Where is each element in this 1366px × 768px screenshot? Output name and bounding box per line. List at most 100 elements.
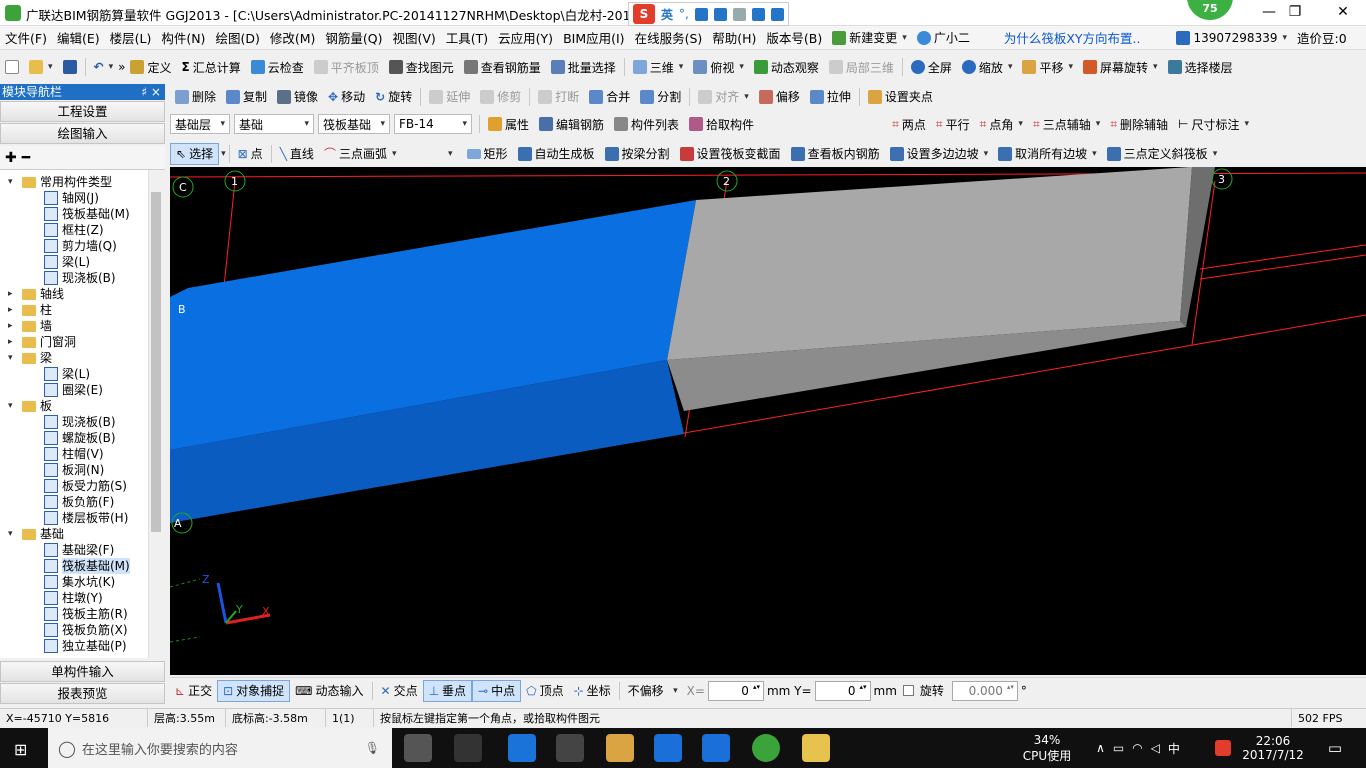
dynamic-input-toggle[interactable]: ⌨ 动态输入: [290, 680, 368, 702]
extend-button[interactable]: 延伸: [424, 86, 475, 108]
report-preview-button[interactable]: 报表预览: [0, 683, 165, 704]
view-rebar-qty-button[interactable]: 查看钢筋量: [459, 56, 546, 78]
screen-rotate-button[interactable]: 屏幕旋转 ▾: [1078, 56, 1163, 78]
tree-item[interactable]: 筏板基础(M): [44, 206, 130, 222]
merge-button[interactable]: 合并: [584, 86, 635, 108]
notification-center-icon[interactable]: ▭: [1318, 728, 1352, 768]
x-input[interactable]: 0: [707, 680, 764, 701]
arc-mode-select[interactable]: ▾: [402, 144, 458, 164]
menu-modify[interactable]: 修改(M): [265, 28, 321, 47]
pan-button[interactable]: 平移 ▾: [1017, 56, 1078, 78]
break-button[interactable]: 打断: [533, 86, 584, 108]
define-button[interactable]: 定义: [125, 56, 176, 78]
cancel-slopes-button[interactable]: 取消所有边坡 ▾: [993, 143, 1102, 165]
menu-component[interactable]: 构件(N): [156, 28, 210, 47]
tree-item[interactable]: 现浇板(B): [44, 270, 116, 286]
tree-folder[interactable]: ▸ 柱: [8, 302, 52, 318]
tree-folder[interactable]: ▾ 板: [8, 398, 52, 414]
drawing-input-button[interactable]: 绘图输入: [0, 123, 165, 144]
tree-item[interactable]: 集水坑(K): [44, 574, 115, 590]
tree-folder[interactable]: ▸ 轴线: [8, 286, 64, 302]
wrench-icon[interactable]: [770, 7, 784, 21]
menu-online[interactable]: 在线服务(S): [630, 28, 708, 47]
floor-select[interactable]: 基础层 ▾: [170, 114, 230, 134]
perpendicular-snap[interactable]: ⊥ 垂点: [422, 679, 473, 702]
mirror-button[interactable]: 镜像: [272, 86, 323, 108]
pick-component-button[interactable]: 拾取构件: [684, 113, 759, 135]
refresh-app-icon[interactable]: [752, 734, 780, 762]
dynamic-observe-button[interactable]: 动态观察: [749, 56, 824, 78]
file-explorer-icon[interactable]: [606, 734, 634, 762]
store-icon[interactable]: [556, 734, 584, 762]
edit-rebar-button[interactable]: 编辑钢筋: [534, 113, 609, 135]
microphone-icon[interactable]: 🎙: [365, 741, 380, 755]
expand-toggle-icon[interactable]: ▸: [8, 334, 18, 350]
menu-version[interactable]: 版本号(B): [761, 28, 827, 47]
tree-folder[interactable]: ▾ 梁: [8, 350, 52, 366]
trim-button[interactable]: 修剪: [475, 86, 526, 108]
tree-item[interactable]: 板洞(N): [44, 462, 104, 478]
y-input[interactable]: 0: [814, 680, 871, 701]
top-view-button[interactable]: 俯视 ▾: [688, 56, 749, 78]
upload-icon[interactable]: [751, 7, 765, 21]
variable-section-button[interactable]: 设置筏板变截面: [675, 143, 786, 165]
user-icon[interactable]: [732, 7, 746, 21]
zoom-button[interactable]: 缩放 ▾: [957, 56, 1018, 78]
tree-folder[interactable]: ▾ 常用构件类型: [8, 174, 112, 190]
cloud-check-button[interactable]: 云检查: [246, 56, 309, 78]
delete-axis-button[interactable]: ⌗ 删除辅轴: [1105, 113, 1173, 135]
fullscreen-button[interactable]: 全屏: [906, 56, 957, 78]
clock[interactable]: 22:06 2017/7/12: [1240, 728, 1306, 768]
ime-lang[interactable]: 英: [661, 6, 673, 23]
summary-calc-button[interactable]: Σ 汇总计算: [176, 56, 245, 78]
midpoint-snap[interactable]: ⊸ 中点: [472, 679, 522, 702]
split-by-beam-button[interactable]: 按梁分割: [600, 143, 675, 165]
offset-mode-select[interactable]: 不偏移 ▾: [623, 681, 683, 701]
tree-item[interactable]: 柱帽(V): [44, 446, 104, 462]
rectangle-tool-button[interactable]: 矩形: [462, 143, 513, 165]
auto-generate-slab-button[interactable]: 自动生成板: [513, 143, 600, 165]
glodon-cloud-icon[interactable]: [702, 734, 730, 762]
tree-item[interactable]: 筏板负筋(X): [44, 622, 128, 638]
menu-floor[interactable]: 楼层(L): [105, 28, 157, 47]
select-floor-button[interactable]: 选择楼层: [1163, 56, 1238, 78]
ime-toolbar[interactable]: S 英 °,: [628, 2, 789, 26]
tree-item[interactable]: 梁(L): [44, 366, 90, 382]
tree-item[interactable]: 板负筋(F): [44, 494, 114, 510]
properties-button[interactable]: 属性: [483, 113, 534, 135]
tree-item[interactable]: 梁(L): [44, 254, 90, 270]
arc-tool-button[interactable]: ⌒ 三点画弧 ▾: [319, 143, 402, 165]
align-button[interactable]: 对齐 ▾: [693, 86, 754, 108]
sogou-tray-icon[interactable]: [1210, 728, 1236, 768]
tree-item[interactable]: 螺旋板(B): [44, 430, 116, 446]
tree-folder[interactable]: ▸ 门窗洞: [8, 334, 76, 350]
view-slab-rebar-button[interactable]: 查看板内钢筋: [786, 143, 885, 165]
coordinate-snap[interactable]: ⊹ 坐标: [569, 680, 616, 702]
tree-item[interactable]: 框柱(Z): [44, 222, 104, 238]
tree-item[interactable]: 现浇板(B): [44, 414, 116, 430]
menu-bim[interactable]: BIM应用(I): [558, 28, 630, 47]
notification-badge[interactable]: 75: [1187, 0, 1233, 20]
rotate-button[interactable]: ↻ 旋转: [370, 86, 417, 108]
select-tool-button[interactable]: ⇖ 选择: [170, 142, 220, 165]
component-list-button[interactable]: 构件列表: [609, 113, 684, 135]
menu-help[interactable]: 帮助(H): [707, 28, 761, 47]
edge-icon[interactable]: [508, 734, 536, 762]
batch-select-button[interactable]: 批量选择: [546, 56, 621, 78]
wifi-icon[interactable]: ◠: [1132, 741, 1142, 755]
expand-toggle-icon[interactable]: ▸: [8, 302, 18, 318]
account-button[interactable]: 13907298339 ▾: [1171, 27, 1292, 49]
point-tool-button[interactable]: ⊠ 点: [233, 143, 268, 165]
canvas-svg[interactable]: C 1 2 3 B A Z Y X: [170, 167, 1366, 675]
expand-toggle-icon[interactable]: ▸: [8, 286, 18, 302]
tree-item[interactable]: 独立基础(P): [44, 638, 127, 654]
collapse-toggle-icon[interactable]: ▾: [8, 398, 18, 414]
toolbar-overflow-icon[interactable]: »: [118, 56, 125, 78]
tree-folder[interactable]: ▸ 墙: [8, 318, 52, 334]
intersection-snap[interactable]: ✕ 交点: [376, 680, 423, 702]
tree-item[interactable]: 基础梁(F): [44, 542, 114, 558]
tray-chevron-icon[interactable]: ∧: [1096, 741, 1105, 755]
tree-item[interactable]: 剪力墙(Q): [44, 238, 117, 254]
offset-button[interactable]: 偏移: [754, 86, 805, 108]
vertex-snap[interactable]: ⬠ 顶点: [521, 680, 568, 702]
